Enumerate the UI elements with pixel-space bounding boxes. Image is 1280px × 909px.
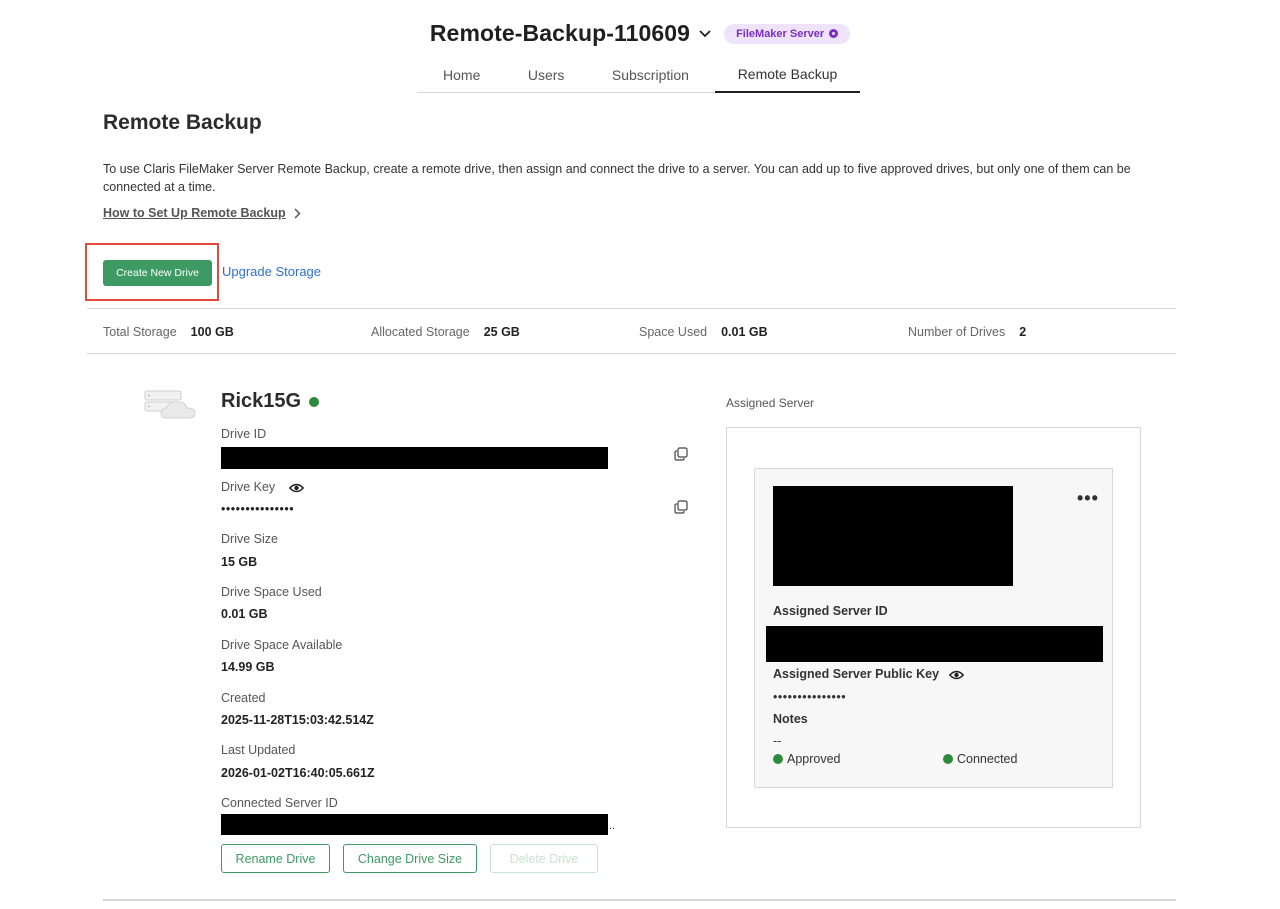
gear-icon (829, 29, 839, 38)
product-badge: FileMaker Server (724, 23, 851, 44)
drive-name-text: Rick15G (221, 390, 302, 412)
notes-label: Notes (773, 712, 808, 726)
storage-stats-bar: Total Storage 100 GB Allocated Storage 25 … (87, 308, 1176, 354)
created-label: Created (221, 691, 266, 705)
stat-label: Total Storage (103, 325, 177, 339)
public-key-value: ••••••••••••••• (773, 690, 847, 704)
drive-space-used-value: 0.01 GB (221, 607, 268, 621)
cloud-drive-icon (144, 390, 196, 419)
drive-size-value: 15 GB (221, 555, 258, 569)
redacted-assigned-server-id (766, 626, 1103, 662)
divider (103, 899, 1176, 901)
tab-home[interactable]: Home (417, 56, 506, 93)
drive-key-value: ••••••••••••••• (221, 502, 295, 516)
connected-label: Connected (957, 752, 1018, 766)
badge-label: FileMaker Server (736, 27, 825, 40)
created-value: 2025-11-28T15:03:42.514Z (221, 713, 374, 727)
approved-status: Approved (773, 752, 841, 766)
public-key-label: Assigned Server Public Key (773, 667, 940, 681)
tab-remote-backup[interactable]: Remote Backup (714, 56, 860, 93)
eye-icon[interactable] (288, 483, 304, 493)
drive-id-label: Drive ID (221, 427, 267, 441)
tab-subscription[interactable]: Subscription (586, 56, 715, 93)
approved-label: Approved (787, 752, 841, 766)
tab-users[interactable]: Users (506, 56, 585, 93)
connected-server-id-label: Connected Server ID (221, 796, 338, 810)
delete-drive-button[interactable]: Delete Drive (490, 844, 598, 873)
connected-status: Connected (943, 752, 1017, 766)
stat-used: Space Used 0.01 GB (639, 325, 768, 339)
drive-space-available-value: 14.99 GB (221, 660, 275, 674)
assigned-server-id-label: Assigned Server ID (773, 604, 888, 618)
drive-key-label-row: Drive Key (221, 480, 304, 494)
drive-space-used-label: Drive Space Used (221, 585, 322, 599)
eye-icon[interactable] (948, 670, 964, 680)
copy-icon[interactable] (674, 447, 688, 461)
change-drive-size-button[interactable]: Change Drive Size (343, 844, 477, 873)
page-title: Remote-Backup-110609 (429, 20, 691, 46)
public-key-label-row: Assigned Server Public Key (773, 667, 964, 681)
drive-size-label: Drive Size (221, 532, 278, 546)
more-options-icon[interactable]: ••• (1077, 488, 1099, 509)
stat-label: Allocated Storage (371, 325, 470, 339)
last-updated-label: Last Updated (221, 743, 296, 757)
chevron-down-icon[interactable] (698, 27, 712, 41)
howto-link[interactable]: How to Set Up Remote Backup (103, 206, 286, 220)
redacted-connected-server-id (221, 814, 608, 835)
create-new-drive-button[interactable]: Create New Drive (103, 260, 212, 286)
stat-value: 2 (1019, 325, 1027, 339)
stat-label: Space Used (639, 325, 708, 339)
stat-value: 25 GB (483, 325, 520, 339)
app-header: Remote-Backup-110609 FileMaker Server (0, 20, 1280, 47)
rename-drive-button[interactable]: Rename Drive (221, 844, 330, 873)
stat-drives: Number of Drives 2 (908, 325, 1026, 339)
upgrade-storage-link[interactable]: Upgrade Storage (222, 264, 321, 279)
stat-label: Number of Drives (908, 325, 1006, 339)
redacted-drive-id (221, 447, 608, 469)
drive-name: Rick15G (221, 390, 320, 413)
copy-icon[interactable] (674, 500, 688, 514)
drive-key-label: Drive Key (221, 480, 276, 494)
status-dot-icon (773, 754, 783, 764)
stat-allocated: Allocated Storage 25 GB (371, 325, 520, 339)
stat-value: 0.01 GB (721, 325, 768, 339)
ellipsis-text: .. (609, 820, 616, 832)
tab-bar: Home Users Subscription Remote Backup (417, 56, 860, 93)
section-heading: Remote Backup (103, 111, 262, 134)
redacted-server-image (773, 486, 1013, 586)
stat-total: Total Storage 100 GB (103, 325, 234, 339)
status-dot-icon (943, 754, 953, 764)
drive-space-available-label: Drive Space Available (221, 638, 343, 652)
howto-link-row: How to Set Up Remote Backup (103, 206, 301, 220)
status-dot-icon (309, 396, 320, 407)
chevron-right-icon (294, 207, 301, 219)
assigned-server-title: Assigned Server (726, 396, 815, 410)
stat-value: 100 GB (190, 325, 234, 339)
last-updated-value: 2026-01-02T16:40:05.661Z (221, 766, 375, 780)
description-text: To use Claris FileMaker Server Remote Ba… (103, 162, 1131, 194)
notes-value: -- (773, 734, 782, 748)
